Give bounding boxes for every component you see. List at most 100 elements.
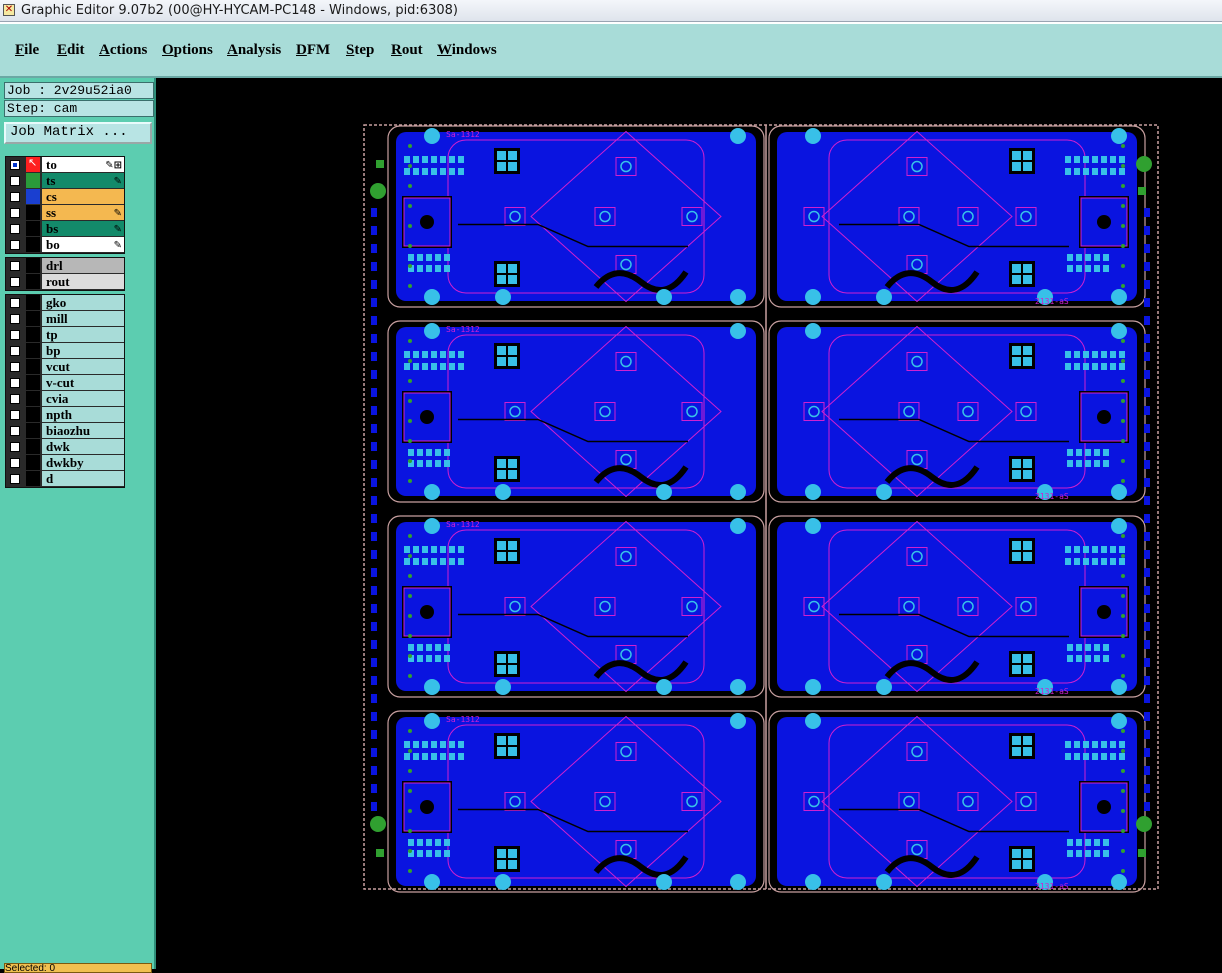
- layer-color-swatch[interactable]: [26, 471, 40, 486]
- layer-name[interactable]: to ✎⊞: [42, 157, 124, 172]
- layer-checkbox[interactable]: [10, 314, 20, 324]
- layer-checkbox[interactable]: [10, 474, 20, 484]
- layer-checkbox[interactable]: [10, 458, 20, 468]
- layer-color-swatch[interactable]: [26, 205, 40, 220]
- layer-edit-icon[interactable]: ✎: [114, 222, 122, 237]
- menu-file[interactable]: File: [15, 42, 39, 59]
- layer-color-swatch[interactable]: [26, 258, 40, 273]
- layer-checkbox[interactable]: [10, 224, 20, 234]
- layer-checkbox[interactable]: [10, 192, 20, 202]
- layer-checkbox[interactable]: [10, 160, 20, 170]
- layer-color-swatch[interactable]: [26, 439, 40, 454]
- menu-analysis[interactable]: Analysis: [227, 42, 281, 59]
- layer-row-v-cut[interactable]: v-cut: [6, 375, 124, 391]
- layer-color-swatch[interactable]: ↖: [26, 156, 40, 172]
- layer-name[interactable]: gko: [42, 295, 124, 310]
- smd-pad: [1110, 558, 1116, 565]
- layer-name[interactable]: tp: [42, 327, 124, 342]
- layer-row-dwkby[interactable]: dwkby: [6, 455, 124, 471]
- layer-color-swatch[interactable]: [26, 189, 40, 204]
- layer-color-swatch[interactable]: [26, 359, 40, 374]
- layer-name[interactable]: ts ✎: [42, 173, 124, 188]
- layer-name[interactable]: biaozhu: [42, 423, 124, 438]
- layer-checkbox[interactable]: [10, 346, 20, 356]
- layer-name[interactable]: vcut: [42, 359, 124, 374]
- layer-checkbox[interactable]: [10, 298, 20, 308]
- layer-color-swatch[interactable]: [26, 237, 40, 252]
- layer-name[interactable]: mill: [42, 311, 124, 326]
- layer-name[interactable]: cvia: [42, 391, 124, 406]
- layer-color-swatch[interactable]: [26, 327, 40, 342]
- layer-row-ts[interactable]: ts ✎: [6, 173, 124, 189]
- menu-options[interactable]: Options: [162, 42, 213, 59]
- layer-color-swatch[interactable]: [26, 295, 40, 310]
- layer-row-npth[interactable]: npth: [6, 407, 124, 423]
- layer-color-swatch[interactable]: [26, 173, 40, 188]
- layer-name[interactable]: v-cut: [42, 375, 124, 390]
- layer-row-biaozhu[interactable]: biaozhu: [6, 423, 124, 439]
- layer-row-cvia[interactable]: cvia: [6, 391, 124, 407]
- smd-pad: [1085, 254, 1091, 261]
- layer-name[interactable]: bo ✎: [42, 237, 124, 252]
- layer-name[interactable]: npth: [42, 407, 124, 422]
- layer-color-swatch[interactable]: [26, 455, 40, 470]
- layer-edit-icon[interactable]: ✎: [114, 206, 122, 221]
- layer-name[interactable]: cs: [42, 189, 124, 204]
- layer-color-swatch[interactable]: [26, 343, 40, 358]
- layer-checkbox[interactable]: [10, 261, 20, 271]
- layer-checkbox[interactable]: [10, 442, 20, 452]
- layer-name[interactable]: drl: [42, 258, 124, 273]
- layer-color-swatch[interactable]: [26, 391, 40, 406]
- layer-row-rout[interactable]: rout: [6, 274, 124, 290]
- layer-checkbox[interactable]: [10, 410, 20, 420]
- layer-name[interactable]: bp: [42, 343, 124, 358]
- layer-color-swatch[interactable]: [26, 221, 40, 236]
- layer-name[interactable]: ss ✎: [42, 205, 124, 220]
- layer-color-swatch[interactable]: [26, 274, 40, 289]
- layer-color-swatch[interactable]: [26, 311, 40, 326]
- layer-row-vcut[interactable]: vcut: [6, 359, 124, 375]
- layer-name[interactable]: bs ✎: [42, 221, 124, 236]
- menu-dfm[interactable]: DFM: [296, 42, 330, 59]
- menu-rout[interactable]: Rout: [391, 42, 423, 59]
- layer-checkbox[interactable]: [10, 208, 20, 218]
- layer-row-gko[interactable]: gko: [6, 295, 124, 311]
- smd-pad: [1067, 254, 1073, 261]
- layer-row-dwk[interactable]: dwk: [6, 439, 124, 455]
- layer-edit-icon[interactable]: ✎⊞: [105, 158, 122, 173]
- layer-checkbox[interactable]: [10, 378, 20, 388]
- pcb-panel-view[interactable]: Sa-1312 2131-aS Sa-1312 2131-aS Sa-1312 2131-…: [156, 78, 1222, 969]
- layer-row-mill[interactable]: mill: [6, 311, 124, 327]
- layer-row-tp[interactable]: tp: [6, 327, 124, 343]
- graphic-canvas[interactable]: Sa-1312 2131-aS Sa-1312 2131-aS Sa-1312 2131-…: [156, 78, 1222, 969]
- layer-checkbox[interactable]: [10, 176, 20, 186]
- layer-row-bp[interactable]: bp: [6, 343, 124, 359]
- menu-edit[interactable]: Edit: [57, 42, 85, 59]
- layer-row-drl[interactable]: drl: [6, 258, 124, 274]
- layer-edit-icon[interactable]: ✎: [114, 238, 122, 253]
- layer-row-ss[interactable]: ss ✎: [6, 205, 124, 221]
- layer-row-to[interactable]: ↖ to ✎⊞: [6, 156, 124, 173]
- layer-checkbox[interactable]: [10, 277, 20, 287]
- layer-name[interactable]: dwk: [42, 439, 124, 454]
- layer-row-bo[interactable]: bo ✎: [6, 237, 124, 253]
- layer-name[interactable]: d: [42, 471, 124, 486]
- menu-actions[interactable]: Actions: [99, 42, 147, 59]
- layer-color-swatch[interactable]: [26, 423, 40, 438]
- job-matrix-button[interactable]: Job Matrix ...: [4, 122, 152, 144]
- menu-windows[interactable]: Windows: [437, 42, 497, 59]
- layer-row-cs[interactable]: cs: [6, 189, 124, 205]
- layer-edit-icon[interactable]: ✎: [114, 174, 122, 189]
- layer-row-d[interactable]: d: [6, 471, 124, 487]
- layer-name[interactable]: dwkby: [42, 455, 124, 470]
- layer-row-bs[interactable]: bs ✎: [6, 221, 124, 237]
- layer-checkbox[interactable]: [10, 426, 20, 436]
- layer-color-swatch[interactable]: [26, 407, 40, 422]
- layer-checkbox[interactable]: [10, 394, 20, 404]
- layer-checkbox[interactable]: [10, 330, 20, 340]
- layer-color-swatch[interactable]: [26, 375, 40, 390]
- menu-step[interactable]: Step: [346, 42, 374, 59]
- layer-name[interactable]: rout: [42, 274, 124, 289]
- layer-checkbox[interactable]: [10, 240, 20, 250]
- layer-checkbox[interactable]: [10, 362, 20, 372]
